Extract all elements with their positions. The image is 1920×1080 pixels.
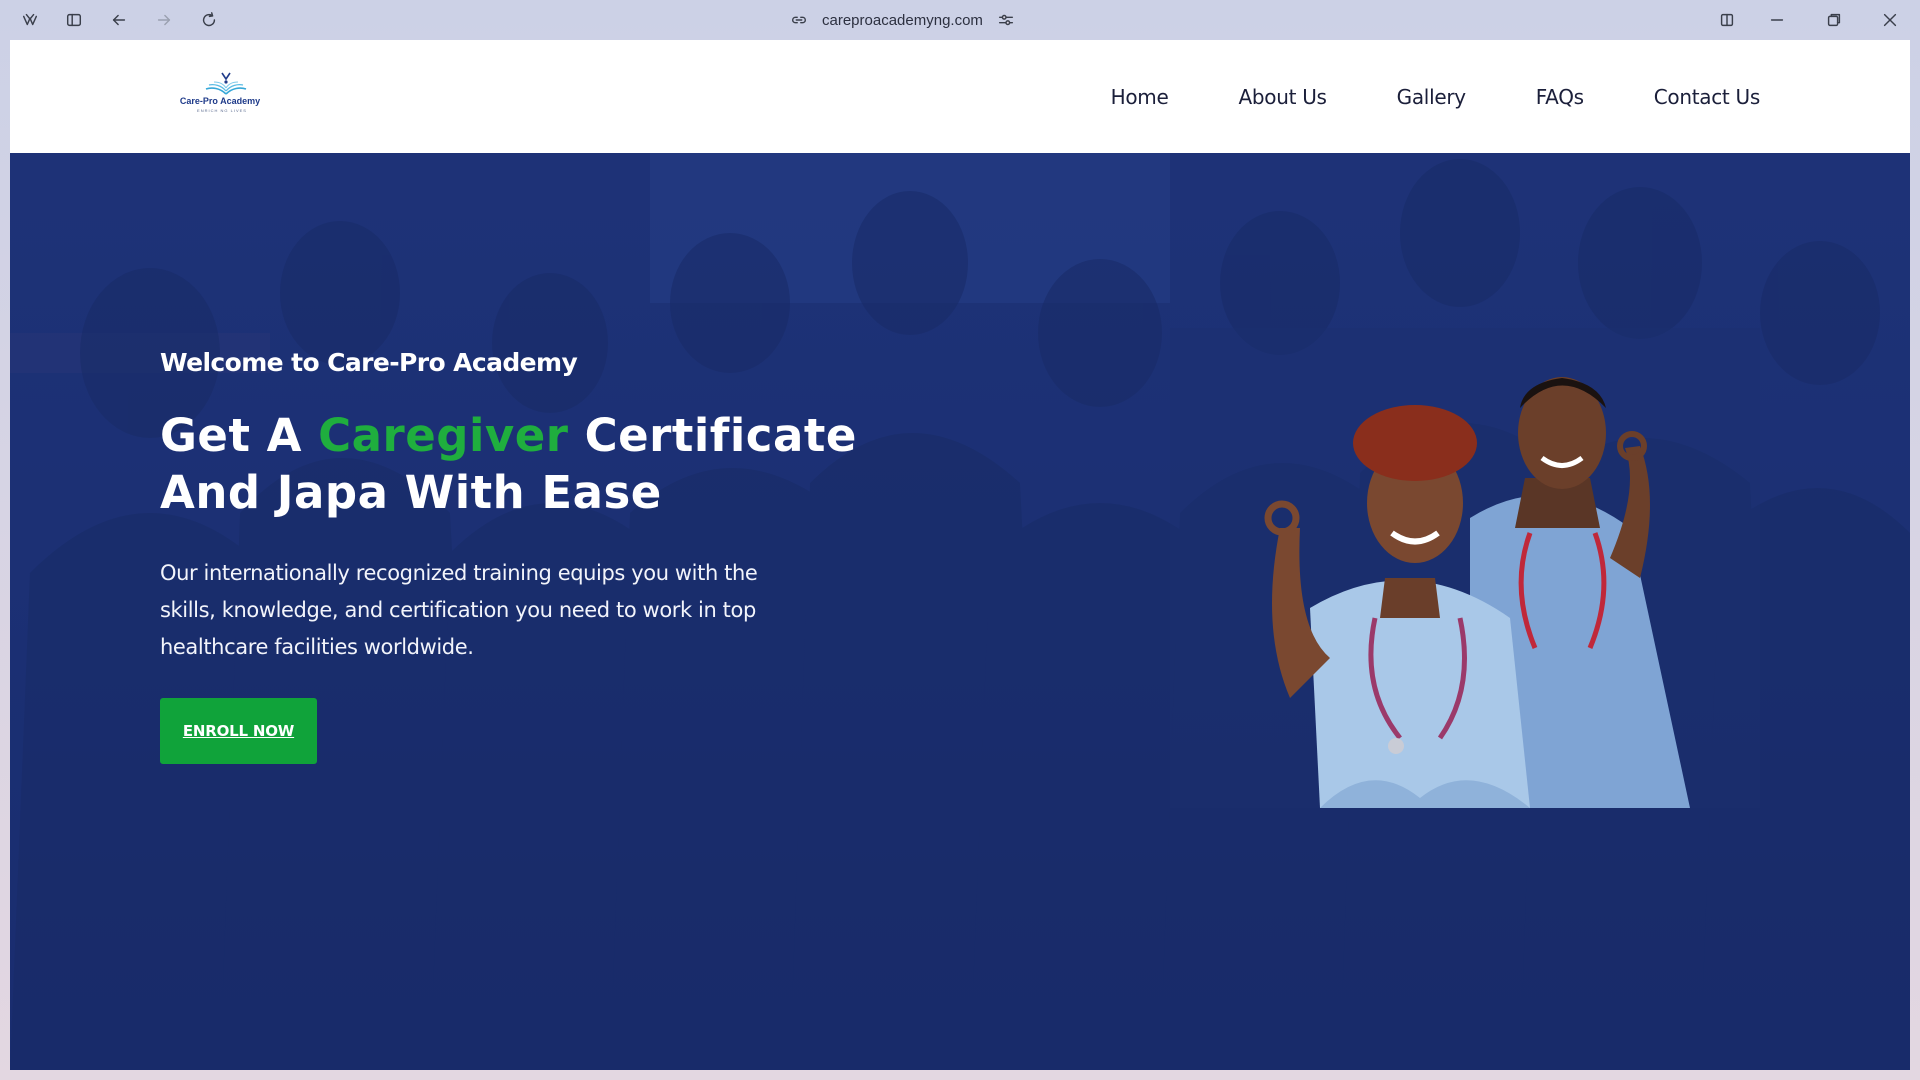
sidebar-toggle-icon[interactable] — [60, 6, 88, 34]
hero-section: Welcome to Care-Pro Academy Get A Caregi… — [10, 153, 1910, 1070]
copilot-icon[interactable] — [16, 6, 44, 34]
enroll-now-button[interactable]: ENROLL NOW — [160, 698, 317, 764]
browser-toolbar: careproacademyng.com — [0, 0, 1920, 40]
tune-icon[interactable] — [997, 11, 1015, 29]
logo-tagline: ENRICH NG LIVES — [197, 108, 247, 113]
close-icon — [1883, 13, 1897, 27]
minimize-icon — [1770, 19, 1784, 21]
reload-button[interactable] — [195, 6, 223, 34]
nav-about-us[interactable]: About Us — [1239, 85, 1327, 109]
close-button[interactable] — [1876, 6, 1904, 34]
hero-headline: Get A Caregiver Certificate And Japa Wit… — [160, 407, 880, 521]
forward-button[interactable] — [150, 6, 178, 34]
back-button[interactable] — [105, 6, 133, 34]
nav-home[interactable]: Home — [1111, 85, 1169, 109]
link-icon[interactable] — [790, 11, 808, 29]
url-text[interactable]: careproacademyng.com — [822, 12, 983, 29]
welcome-text: Welcome to Care-Pro Academy — [160, 348, 578, 377]
site-header: Care-Pro Academy ENRICH NG LIVES Home Ab… — [10, 40, 1910, 153]
headline-accent: Caregiver — [318, 409, 569, 462]
split-screen-icon[interactable] — [1713, 6, 1741, 34]
logo[interactable]: Care-Pro Academy ENRICH NG LIVES — [170, 70, 280, 118]
nav-faqs[interactable]: FAQs — [1536, 85, 1584, 109]
nav-gallery[interactable]: Gallery — [1397, 85, 1466, 109]
restore-button[interactable] — [1820, 6, 1848, 34]
back-arrow-icon — [112, 14, 126, 26]
restore-icon — [1827, 13, 1841, 27]
forward-arrow-icon — [157, 14, 171, 26]
address-bar[interactable]: careproacademyng.com — [790, 6, 1050, 34]
nav-contact-us[interactable]: Contact Us — [1654, 85, 1761, 109]
open-book-logo-icon — [205, 72, 247, 95]
reload-icon — [202, 12, 216, 27]
minimize-button[interactable] — [1763, 6, 1791, 34]
hero-content: Welcome to Care-Pro Academy Get A Caregi… — [160, 348, 880, 764]
logo-name: Care-Pro Academy — [179, 96, 261, 106]
main-nav: Home About Us Gallery FAQs Contact Us — [1111, 40, 1761, 153]
hero-description: Our internationally recognized training … — [160, 561, 758, 659]
headline-part-1: Get A — [160, 409, 319, 462]
caregivers-image — [1170, 328, 1760, 808]
page-viewport: Care-Pro Academy ENRICH NG LIVES Home Ab… — [10, 40, 1910, 1070]
